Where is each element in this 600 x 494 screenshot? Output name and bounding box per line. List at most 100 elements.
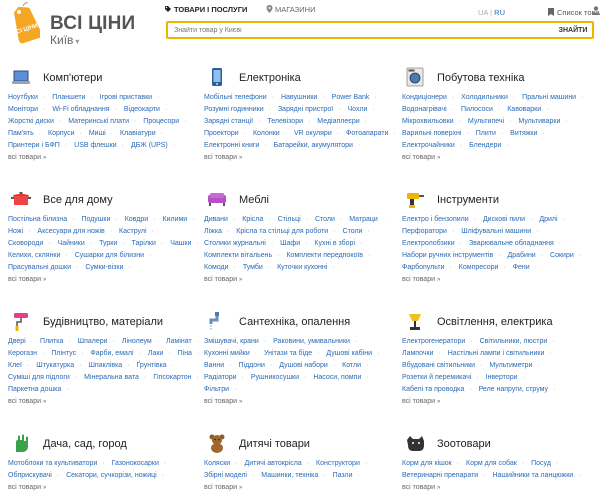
subcategory-link[interactable]: Котли bbox=[342, 362, 361, 369]
lang-ua[interactable]: UA bbox=[478, 8, 488, 17]
subcategory-link[interactable]: Каструлі bbox=[119, 228, 146, 235]
subcategory-link[interactable]: Зарядні пристрої bbox=[278, 106, 333, 113]
subcategory-link[interactable]: Лінолеум bbox=[122, 338, 152, 345]
category-title[interactable]: Побутова техніка bbox=[437, 72, 525, 84]
subcategory-link[interactable]: Мікрохвильовки bbox=[402, 118, 454, 125]
subcategory-link[interactable]: Пазли bbox=[333, 472, 353, 479]
subcategory-link[interactable]: Шпалери bbox=[78, 338, 108, 345]
subcategory-link[interactable]: Клеї bbox=[8, 362, 22, 369]
subcategory-link[interactable]: Зварювальне обладнання bbox=[469, 240, 554, 247]
subcategory-link[interactable]: Двері bbox=[8, 338, 26, 345]
subcategory-link[interactable]: Ігрові приставки bbox=[100, 94, 152, 101]
subcategory-link[interactable]: Вбудовані світильники bbox=[402, 362, 475, 369]
subcategory-link[interactable]: Зарядні станції bbox=[204, 118, 253, 125]
subcategory-link[interactable]: Настільні лампи і світильники bbox=[448, 350, 545, 357]
tab-stores[interactable]: МАГАЗИНИ bbox=[266, 5, 315, 14]
subcategory-link[interactable]: Ліжка bbox=[204, 228, 222, 235]
subcategory-link[interactable]: Дивани bbox=[204, 216, 228, 223]
subcategory-link[interactable]: Подушки bbox=[81, 216, 110, 223]
subcategory-link[interactable]: Обприскувачі bbox=[8, 472, 52, 479]
subcategory-link[interactable]: Відеокарти bbox=[124, 106, 160, 113]
category-title[interactable]: Зоотовари bbox=[437, 438, 491, 450]
category-header[interactable]: Дача, сад, город bbox=[8, 432, 208, 456]
subcategory-link[interactable]: Мультиметри bbox=[489, 362, 532, 369]
subcategory-link[interactable]: Дрилі bbox=[539, 216, 557, 223]
subcategory-link[interactable]: Корм для кішок bbox=[402, 460, 452, 467]
subcategory-link[interactable]: Нашийники та ланцюжки bbox=[492, 472, 573, 479]
subcategory-link[interactable]: Крісла bbox=[242, 216, 263, 223]
category-title[interactable]: Сантехніка, опалення bbox=[239, 316, 350, 328]
subcategory-link[interactable]: Водонагрівачі bbox=[402, 106, 447, 113]
subcategory-link[interactable]: Радіатори bbox=[204, 374, 237, 381]
subcategory-link[interactable]: Насоси, помпи bbox=[313, 374, 361, 381]
subcategory-link[interactable]: Лаки bbox=[148, 350, 163, 357]
subcategory-link[interactable]: Машинки, техніка bbox=[261, 472, 318, 479]
all-products-link[interactable]: всі товари » bbox=[8, 396, 208, 408]
subcategory-link[interactable]: ДБЖ (UPS) bbox=[131, 142, 168, 149]
tab-goods-services[interactable]: ТОВАРИ І ПОСЛУГИ bbox=[164, 5, 247, 14]
subcategory-link[interactable]: Мінеральна вата bbox=[84, 374, 139, 381]
subcategory-link[interactable]: Фени bbox=[513, 264, 530, 271]
subcategory-link[interactable]: Корпуси bbox=[48, 130, 75, 137]
all-products-link[interactable]: всі товари » bbox=[204, 152, 404, 164]
category-title[interactable]: Меблі bbox=[239, 194, 269, 206]
category-header[interactable]: Будівництво, матеріали bbox=[8, 310, 208, 334]
subcategory-link[interactable]: Принтери і БФП bbox=[8, 142, 60, 149]
subcategory-link[interactable]: Процесори bbox=[143, 118, 179, 125]
subcategory-link[interactable]: Посуд bbox=[531, 460, 551, 467]
subcategory-link[interactable]: Суміші для підлоги bbox=[8, 374, 70, 381]
category-title[interactable]: Дитячі товари bbox=[239, 438, 310, 450]
subcategory-link[interactable]: Тарілки bbox=[132, 240, 156, 247]
all-products-link[interactable]: всі товари » bbox=[8, 274, 208, 286]
subcategory-link[interactable]: Варильні поверхні bbox=[402, 130, 461, 137]
subcategory-link[interactable]: Столики журнальні bbox=[204, 240, 266, 247]
category-title[interactable]: Комп'ютери bbox=[43, 72, 102, 84]
subcategory-link[interactable]: Компресори bbox=[459, 264, 499, 271]
subcategory-link[interactable]: Сковороди bbox=[8, 240, 43, 247]
subcategory-link[interactable]: Плінтус bbox=[51, 350, 76, 357]
category-header[interactable]: Все для дому bbox=[8, 188, 208, 212]
subcategory-link[interactable]: Електрочайники bbox=[402, 142, 455, 149]
subcategory-link[interactable]: Фотоапарати bbox=[346, 130, 388, 137]
subcategory-link[interactable]: Блендери bbox=[469, 142, 501, 149]
subcategory-link[interactable]: Мотоблоки та культиватори bbox=[8, 460, 97, 467]
subcategory-link[interactable]: Тумби bbox=[243, 264, 263, 271]
subcategory-link[interactable]: Дискові пили bbox=[483, 216, 525, 223]
category-title[interactable]: Інструменти bbox=[437, 194, 499, 206]
subcategory-link[interactable]: Кухні в зборі bbox=[314, 240, 355, 247]
category-title[interactable]: Електроніка bbox=[239, 72, 301, 84]
subcategory-link[interactable]: Паркетна дошка bbox=[8, 386, 61, 393]
all-products-link[interactable]: всі товари » bbox=[204, 396, 404, 408]
subcategory-link[interactable]: Навушники bbox=[281, 94, 317, 101]
subcategory-link[interactable]: Реле напруги, струму bbox=[479, 386, 549, 393]
user-icon[interactable] bbox=[592, 6, 600, 17]
subcategory-link[interactable]: Стільці bbox=[278, 216, 301, 223]
subcategory-link[interactable]: Шпаклівка bbox=[88, 362, 122, 369]
category-header[interactable]: Інструменти bbox=[402, 188, 600, 212]
subcategory-link[interactable]: Фільтри bbox=[204, 386, 229, 393]
subcategory-link[interactable]: Келихи, склянки bbox=[8, 252, 60, 259]
subcategory-link[interactable]: Матраци bbox=[349, 216, 378, 223]
subcategory-link[interactable]: Світильники, люстри bbox=[480, 338, 548, 345]
category-header[interactable]: Побутова техніка bbox=[402, 66, 600, 90]
search-button[interactable]: ЗНАЙТИ bbox=[554, 23, 592, 37]
subcategory-link[interactable]: Столи bbox=[315, 216, 335, 223]
subcategory-link[interactable]: Колонки bbox=[253, 130, 280, 137]
subcategory-link[interactable]: Планшети bbox=[52, 94, 85, 101]
subcategory-link[interactable]: Раковини, умивальники bbox=[273, 338, 350, 345]
category-header[interactable]: Комп'ютери bbox=[8, 66, 208, 90]
subcategory-link[interactable]: Розумні годинники bbox=[204, 106, 264, 113]
all-products-link[interactable]: всі товари » bbox=[204, 274, 404, 286]
subcategory-link[interactable]: Пральні машини bbox=[522, 94, 576, 101]
category-header[interactable]: Освітлення, електрика bbox=[402, 310, 600, 334]
subcategory-link[interactable]: Кабелі та проводка bbox=[402, 386, 464, 393]
subcategory-link[interactable]: Ноутбуки bbox=[8, 94, 38, 101]
subcategory-link[interactable]: Пінa bbox=[178, 350, 192, 357]
subcategory-link[interactable]: Мультиварки bbox=[518, 118, 560, 125]
subcategory-link[interactable]: Power Bank bbox=[332, 94, 370, 101]
subcategory-link[interactable]: Електрогенератори bbox=[402, 338, 465, 345]
subcategory-link[interactable]: Кавоварки bbox=[507, 106, 541, 113]
subcategory-link[interactable]: Лампочки bbox=[402, 350, 433, 357]
subcategory-link[interactable]: Батарейки, акумулятори bbox=[274, 142, 353, 149]
subcategory-link[interactable]: VR окуляри bbox=[294, 130, 332, 137]
